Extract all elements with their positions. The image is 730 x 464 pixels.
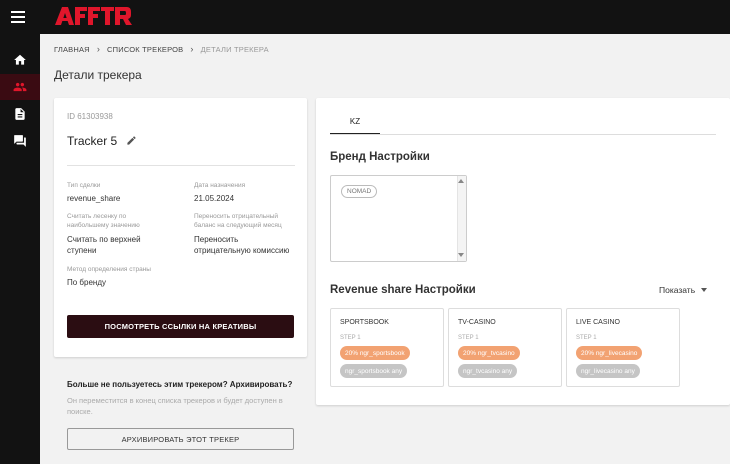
carry-value-2: отрицательную комиссию: [194, 246, 290, 255]
scroll-up-icon[interactable]: [458, 179, 464, 183]
assign-date-value: 21.05.2024: [194, 194, 235, 203]
revshare-card-name: TV-CASINO: [458, 319, 496, 326]
top-bar: [0, 0, 730, 34]
revshare-card-livecasino: LIVE CASINO STEP 1 20% ngr_livecasino ng…: [566, 308, 680, 387]
any-chip: ngr_livecasino any: [576, 364, 640, 378]
deal-type-label: Тип сделки: [67, 182, 101, 189]
tracker-id: ID 61303938: [67, 112, 113, 121]
caret-down-icon: [701, 288, 708, 292]
scroll-down-icon[interactable]: [458, 253, 464, 257]
country-method-label: Метод определения страны: [67, 266, 151, 273]
breadcrumb-current: ДЕТАЛИ ТРЕКЕРА: [200, 44, 269, 54]
revshare-card-sportsbook: SPORTSBOOK STEP 1 20% ngr_sportsbook ngr…: [330, 308, 444, 387]
home-icon: [14, 54, 26, 65]
archive-tracker-button[interactable]: АРХИВИРОВАТЬ ЭТОТ ТРЕКЕР: [67, 428, 294, 450]
assign-date-label: Дата назначения: [194, 182, 246, 189]
rate-chip: 20% ngr_livecasino: [576, 346, 643, 360]
breadcrumb-tracker-list[interactable]: СПИСОК ТРЕКЕРОВ: [107, 45, 183, 54]
people-icon: [13, 82, 27, 92]
ladder-value-1: Считать по верхней: [67, 235, 141, 244]
revshare-settings-title: Revenue share Настройки: [330, 284, 476, 296]
rate-chip: 20% ngr_sportsbook: [340, 346, 410, 360]
show-label: Показать: [659, 285, 696, 295]
brand-settings-title: Бренд Настройки: [330, 151, 430, 163]
logo[interactable]: [53, 4, 133, 28]
document-icon: [15, 108, 25, 120]
chevron-right-icon: ›: [96, 44, 101, 54]
chat-icon: [14, 135, 26, 147]
deal-type-value: revenue_share: [67, 194, 121, 203]
breadcrumb: ГЛАВНАЯ › СПИСОК ТРЕКЕРОВ › ДЕТАЛИ ТРЕКЕ…: [54, 44, 269, 54]
sidebar-item-people[interactable]: [0, 74, 40, 100]
revshare-card-step: STEP 1: [576, 335, 597, 341]
settings-card: KZ Бренд Настройки NOMAD Revenue share Н…: [316, 98, 730, 405]
ladder-label-2: наибольшему значению: [67, 222, 140, 229]
tracker-name: Tracker 5: [67, 134, 118, 148]
any-chip: ngr_tvcasino any: [458, 364, 518, 378]
tabs-divider: [330, 134, 716, 135]
tab-kz[interactable]: KZ: [330, 108, 380, 134]
chevron-right-icon: ›: [190, 44, 194, 54]
any-chip: ngr_sportsbook any: [340, 364, 408, 378]
menu-icon[interactable]: [11, 11, 25, 23]
ladder-value-2: ступени: [67, 246, 97, 255]
brand-chip[interactable]: NOMAD: [341, 185, 378, 198]
carry-label-1: Переносить отрицательный: [194, 213, 279, 220]
revshare-card-name: SPORTSBOOK: [340, 319, 389, 326]
sidebar-item-home[interactable]: [0, 47, 40, 73]
brand-list[interactable]: NOMAD: [330, 175, 467, 262]
revshare-card-tvcasino: TV-CASINO STEP 1 20% ngr_tvcasino ngr_tv…: [448, 308, 562, 387]
tracker-details-card: ID 61303938 Tracker 5 Тип сделки revenue…: [54, 98, 307, 357]
sidebar-item-documents[interactable]: [0, 101, 40, 127]
scrollbar[interactable]: [457, 176, 466, 261]
revshare-card-name: LIVE CASINO: [576, 319, 620, 326]
show-dropdown[interactable]: Показать: [659, 285, 708, 295]
revshare-card-step: STEP 1: [458, 335, 479, 341]
sidebar: [0, 34, 40, 464]
rate-chip: 20% ngr_tvcasino: [458, 346, 520, 360]
country-method-value: По бренду: [67, 278, 106, 287]
archive-question: Больше не пользуетесь этим трекером? Арх…: [67, 380, 293, 389]
carry-value-1: Переносить: [194, 235, 239, 244]
divider: [67, 165, 295, 166]
page-title: Детали трекера: [54, 68, 142, 82]
archive-description: Он переместится в конец списка трекеров …: [67, 396, 283, 416]
carry-label-2: баланс на следующий месяц: [194, 222, 282, 229]
pencil-icon[interactable]: [126, 135, 137, 146]
ladder-label-1: Считать лесенку по: [67, 213, 127, 220]
view-creative-links-button[interactable]: ПОСМОТРЕТЬ ССЫЛКИ НА КРЕАТИВЫ: [67, 315, 294, 338]
revshare-card-step: STEP 1: [340, 335, 361, 341]
sidebar-item-chat[interactable]: [0, 128, 40, 154]
breadcrumb-home[interactable]: ГЛАВНАЯ: [54, 45, 90, 54]
